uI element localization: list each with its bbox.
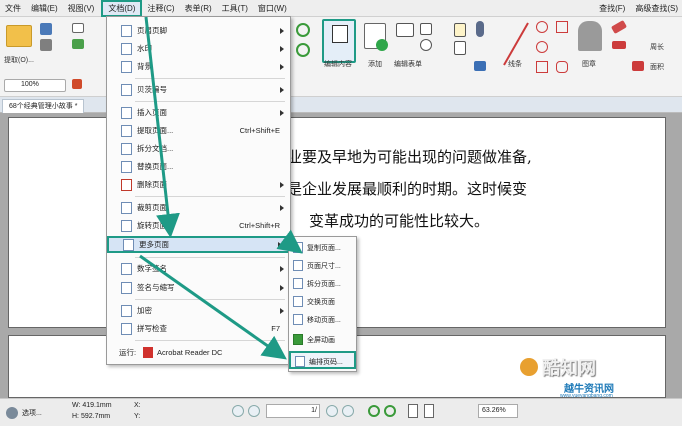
watermark-brand: 酷知网: [542, 358, 596, 378]
guide-arrow: [276, 229, 303, 254]
watermark-url: www.yueyangbang.com: [560, 393, 613, 399]
watermark-logo-icon: [520, 358, 538, 376]
guide-arrow: [144, 16, 180, 238]
site-watermark: 酷知网 越牛资讯网 www.yueyangbang.com: [520, 352, 670, 402]
guide-arrow: [139, 254, 287, 360]
